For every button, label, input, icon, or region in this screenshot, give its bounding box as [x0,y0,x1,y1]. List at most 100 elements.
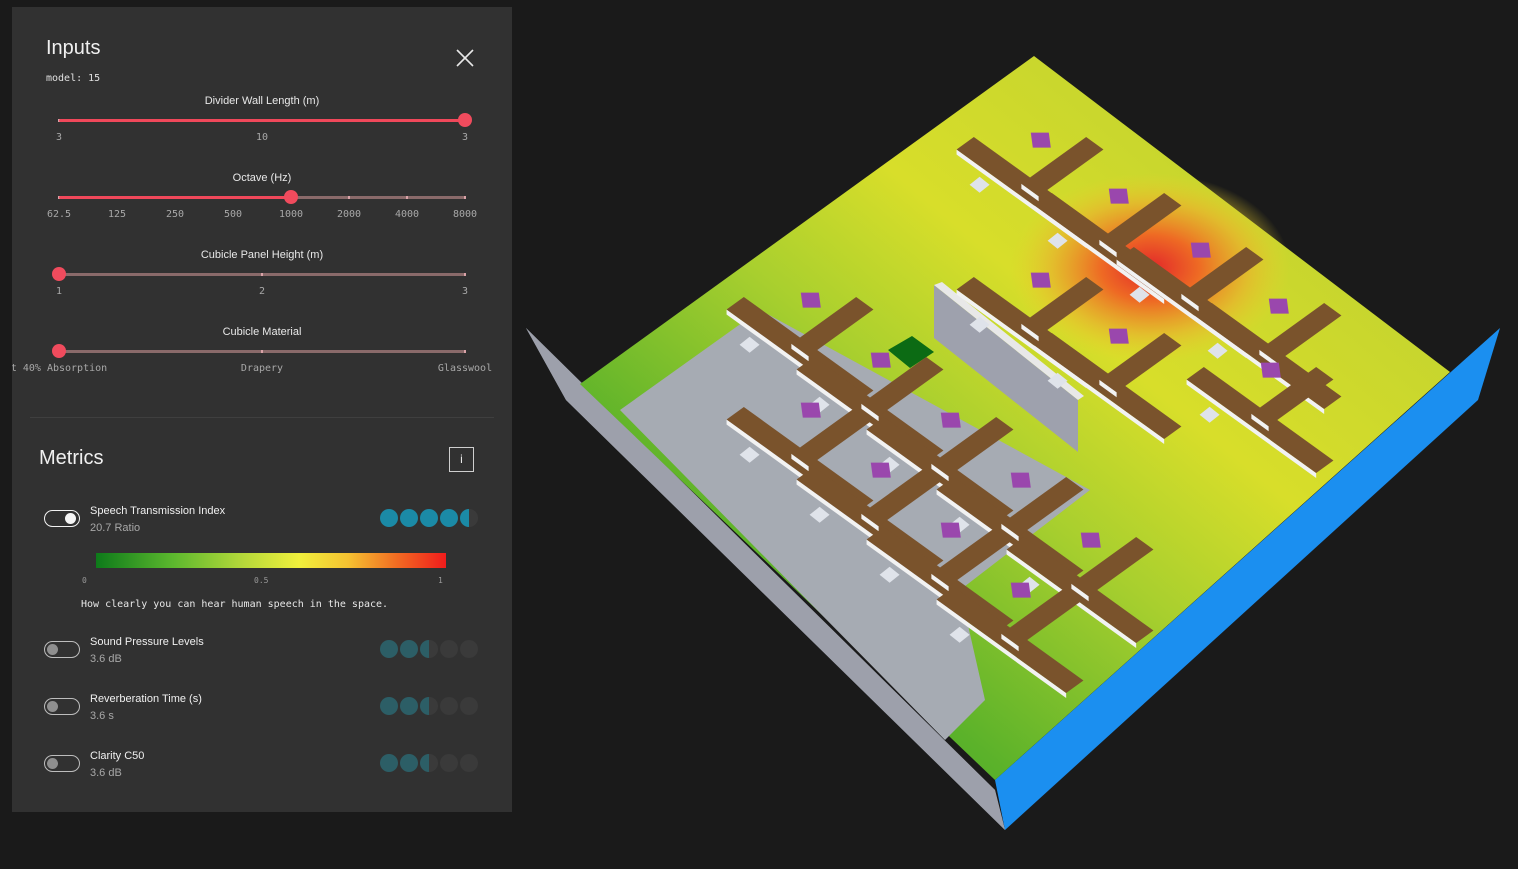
metric-rating [380,754,480,772]
slider-track[interactable] [58,119,466,122]
slider-track[interactable] [58,196,466,199]
info-button[interactable]: i [449,447,474,472]
metric-rating [380,697,480,715]
inputs-panel: Inputs model: 15 Divider Wall Length (m)… [12,7,512,812]
rating-dot [440,697,458,715]
slider-tick [464,350,466,353]
rating-dot [420,697,438,715]
rating-dot [380,640,398,658]
monitor [1260,362,1281,378]
slider-tick-label: 500 [223,209,243,220]
monitor [940,412,961,428]
rating-dot [380,509,398,527]
rating-dot [420,640,438,658]
rating-dot [400,509,418,527]
rating-dot [380,754,398,772]
slider-fill [59,196,291,199]
slider-tick [464,273,466,276]
slider-tick-label: Drapery [240,363,284,374]
slider-tick [406,196,408,199]
rating-dot [380,697,398,715]
3d-viewport[interactable] [512,0,1518,869]
slider-thumb[interactable] [52,344,66,358]
slider-tick-label: 62.5 [46,209,72,220]
rating-dot [440,754,458,772]
metric-value: 3.6 s [90,710,114,722]
monitor [1108,328,1129,344]
monitor [1030,272,1051,288]
legend-max: 1 [438,576,443,585]
slider-tick [261,350,263,353]
metric-rating [380,509,480,527]
monitor [1030,132,1051,148]
metric-toggle[interactable] [44,755,80,772]
slider-tick [464,196,466,199]
slider-track[interactable] [58,273,466,276]
slider-1[interactable]: Octave (Hz) 62.5 125 250 500 1000 2000 4000 800… [12,172,512,242]
slider-tick-label: 1 [55,286,63,297]
slider-tick-label: Glasswool [437,363,493,374]
rating-dot [460,697,478,715]
slider-thumb[interactable] [458,113,472,127]
rating-dot [400,754,418,772]
slider-tick-label: 2000 [336,209,362,220]
monitor [1080,532,1101,548]
monitor [870,352,891,368]
metric-name: Speech Transmission Index [90,505,226,517]
close-icon[interactable] [454,47,476,69]
legend-mid: 0.5 [254,576,269,585]
slider-2[interactable]: Cubicle Panel Height (m) 1 2 3 [12,249,512,319]
slider-fill [59,119,465,122]
rating-dot [460,509,478,527]
monitor [1108,188,1129,204]
rating-dot [460,640,478,658]
metric-row: Reverberation Time (s) 3.6 s [12,692,512,732]
monitor [800,292,821,308]
rating-dot [400,697,418,715]
slider-thumb[interactable] [283,190,298,204]
monitor [1010,582,1031,598]
slider-label: Divider Wall Length (m) [204,95,320,107]
toggle-knob [47,758,58,769]
metric-toggle[interactable] [44,510,80,527]
inputs-title: Inputs [46,37,101,59]
slider-tick-label: 3 [55,132,63,143]
metric-name: Sound Pressure Levels [90,636,204,648]
slider-tick-label: 3 [461,286,469,297]
metric-rating [380,640,480,658]
metric-row: Clarity C50 3.6 dB [12,749,512,789]
slider-label: Octave (Hz) [232,172,292,184]
monitor [1268,298,1289,314]
metrics-title: Metrics [39,447,104,469]
metric-toggle[interactable] [44,698,80,715]
metric-name: Reverberation Time (s) [90,693,202,705]
metric-name: Clarity C50 [90,750,145,762]
metric-value: 3.6 dB [90,767,122,779]
rating-dot [440,509,458,527]
slider-tick-label: 250 [165,209,185,220]
monitor [800,402,821,418]
slider-tick-label: 2 [258,286,266,297]
toggle-knob [65,512,76,524]
slider-tick-label: 4000 [394,209,420,220]
office-floor-model[interactable] [512,0,1518,869]
metric-value: 3.6 dB [90,653,122,665]
metric-toggle[interactable] [44,641,80,658]
slider-tick-label: 8000 [452,209,478,220]
monitor [1190,242,1211,258]
legend-min: 0 [82,576,87,585]
slider-tick-label: 10 [255,132,269,143]
slider-label: Cubicle Material [222,326,302,338]
slider-tick-label: 3 [461,132,469,143]
rating-dot [420,509,438,527]
monitor [1010,472,1031,488]
slider-thumb[interactable] [52,267,66,281]
metric-value: 20.7 Ratio [90,522,141,534]
slider-track[interactable] [58,350,466,353]
rating-dot [460,754,478,772]
section-divider [30,417,494,418]
slider-3[interactable]: Cubicle Material t 40% Absorption Drapery… [12,326,512,396]
slider-tick-label: 125 [107,209,127,220]
metric-row: Speech Transmission Index 20.7 Ratio [12,504,512,544]
slider-0[interactable]: Divider Wall Length (m) 3 10 3 [12,95,512,165]
